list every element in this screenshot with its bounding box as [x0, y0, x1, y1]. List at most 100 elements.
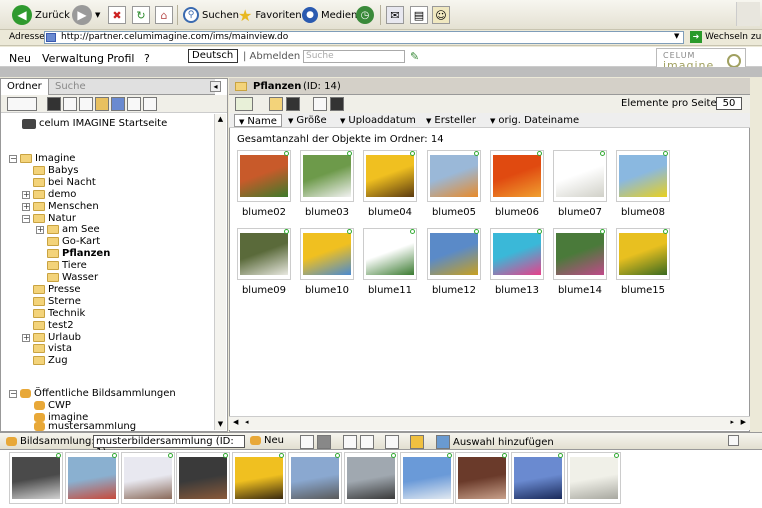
refresh-button[interactable]: ↻	[132, 4, 150, 26]
edit-folder-icon[interactable]	[63, 97, 77, 111]
collection-select[interactable]: musterbildersammlung (ID: 1)	[93, 435, 245, 458]
print-collection-icon[interactable]	[385, 435, 399, 449]
back-button[interactable]: ◀ Zurück ▼	[12, 4, 78, 26]
tree-item[interactable]: Sterne	[22, 296, 81, 307]
search-go-icon[interactable]: ✎	[410, 50, 419, 63]
scroll-left-small-icon[interactable]: ◂	[245, 418, 249, 426]
tree-collections-root[interactable]: − Öffentliche Bildsammlungen	[9, 388, 176, 399]
asset-thumbnail[interactable]	[363, 150, 417, 202]
tree-item[interactable]: + am See	[36, 224, 100, 235]
collection-thumbnail[interactable]	[9, 452, 63, 504]
collapse-bar-icon[interactable]	[728, 435, 739, 446]
media-button[interactable]: ● Medien	[302, 4, 357, 26]
collection-thumbnail[interactable]	[176, 452, 230, 504]
tree-item[interactable]: vista	[22, 343, 72, 354]
collection-thumbnail[interactable]	[65, 452, 119, 504]
collapse-icon[interactable]: −	[9, 389, 17, 398]
address-dropdown-icon[interactable]: ▼	[674, 32, 679, 40]
forward-dropdown-icon[interactable]: ▼	[95, 11, 100, 19]
deselect-icon[interactable]	[330, 97, 344, 111]
asset-thumbnail[interactable]	[616, 150, 670, 202]
print-button[interactable]: ▤	[410, 4, 428, 26]
new-item-icon[interactable]	[286, 97, 300, 111]
tree-item[interactable]: + Menschen	[22, 201, 99, 212]
asset-thumbnail[interactable]	[490, 150, 544, 202]
asset-name[interactable]: blume12	[424, 285, 484, 296]
tree-item[interactable]: test2	[22, 320, 74, 331]
tab-suche[interactable]: Suche	[49, 79, 215, 95]
asset-name[interactable]: blume14	[550, 285, 610, 296]
expand-icon[interactable]: +	[22, 202, 30, 211]
collection-thumbnail[interactable]	[288, 452, 342, 504]
history-button[interactable]: ◷	[356, 4, 374, 26]
asset-name[interactable]: blume15	[613, 285, 673, 296]
menu-profil[interactable]: Profil	[107, 52, 134, 65]
asset-thumbnail[interactable]	[553, 228, 607, 280]
copy-icon[interactable]	[127, 97, 141, 111]
favorites-button[interactable]: ★ Favoriten	[238, 4, 302, 26]
scroll-right-small-icon[interactable]: ▸	[730, 418, 734, 426]
asset-thumbnail[interactable]	[427, 150, 481, 202]
sort-name[interactable]: ▼ Name	[234, 114, 282, 127]
expand-icon[interactable]: +	[22, 333, 30, 342]
collection-thumbnail[interactable]	[455, 452, 509, 504]
language-select[interactable]: Deutsch	[188, 49, 238, 63]
collection-item[interactable]: mustersammlung	[34, 422, 136, 431]
expand-icon[interactable]: +	[36, 225, 44, 234]
select-icon[interactable]	[313, 97, 327, 111]
properties-icon[interactable]	[111, 97, 125, 111]
edit-collection-icon[interactable]	[300, 435, 314, 449]
tab-ordner[interactable]: Ordner	[1, 79, 49, 95]
rename-icon[interactable]	[79, 97, 93, 111]
collection-item[interactable]: CWP	[34, 400, 71, 411]
scroll-down-icon[interactable]: ▼	[215, 419, 226, 430]
print-icon[interactable]	[143, 97, 157, 111]
asset-name[interactable]: blume08	[613, 207, 673, 218]
collapse-icon[interactable]: −	[22, 214, 30, 223]
chart-icon[interactable]	[410, 435, 424, 449]
start-page-link[interactable]: celum IMAGINE Startseite	[22, 118, 167, 129]
home-button[interactable]: ⌂	[155, 4, 173, 26]
tree-scrollbar[interactable]: ▲ ▼	[214, 114, 226, 430]
collection-thumbnail[interactable]	[400, 452, 454, 504]
forward-button[interactable]: ▶ ▼	[72, 4, 100, 26]
grid-view-icon[interactable]	[235, 97, 253, 111]
asset-thumbnail[interactable]	[237, 150, 291, 202]
messenger-button[interactable]: ☺	[432, 4, 450, 26]
collection-thumbnail[interactable]	[121, 452, 175, 504]
asset-name[interactable]: blume04	[360, 207, 420, 218]
asset-name[interactable]: blume13	[487, 285, 547, 296]
logout-link[interactable]: | Abmelden |	[243, 51, 307, 62]
delete-collection-icon[interactable]	[317, 435, 331, 449]
sort-creator[interactable]: ▼ Ersteller	[426, 114, 476, 127]
collection-thumbnail[interactable]	[344, 452, 398, 504]
collection-thumbnail[interactable]	[232, 452, 286, 504]
asset-thumbnail[interactable]	[616, 228, 670, 280]
new-collection-button[interactable]: Neu	[250, 435, 284, 446]
expand-icon[interactable]: +	[22, 190, 30, 199]
add-selection-button[interactable]: Auswahl hinzufügen	[436, 435, 554, 449]
move-folder-icon[interactable]	[95, 97, 109, 111]
scroll-right-icon[interactable]: ▶	[741, 418, 746, 426]
address-input[interactable]: http://partner.celumimagine.com/ims/main…	[44, 31, 684, 44]
panel-collapse-icon[interactable]: ◂	[210, 81, 221, 92]
search-button[interactable]: ⚲ Suchen	[183, 4, 239, 26]
upload-icon[interactable]	[269, 97, 283, 111]
asset-thumbnail[interactable]	[427, 228, 481, 280]
asset-thumbnail[interactable]	[363, 228, 417, 280]
collection-thumbnail[interactable]	[567, 452, 621, 504]
asset-name[interactable]: blume10	[297, 285, 357, 296]
asset-name[interactable]: blume02	[234, 207, 294, 218]
export-icon[interactable]	[343, 435, 357, 449]
menu-help[interactable]: ?	[144, 52, 150, 65]
tree-icon[interactable]	[7, 97, 37, 111]
asset-thumbnail[interactable]	[490, 228, 544, 280]
asset-thumbnail[interactable]	[300, 228, 354, 280]
tree-item[interactable]: Technik	[22, 308, 85, 319]
asset-name[interactable]: blume03	[297, 207, 357, 218]
content-scrollbar[interactable]: ◀ ◂ ▸ ▶	[229, 416, 750, 430]
asset-name[interactable]: blume07	[550, 207, 610, 218]
asset-name[interactable]: blume11	[360, 285, 420, 296]
tree-item[interactable]: Go-Kart	[36, 236, 100, 247]
tree-item[interactable]: Babys	[22, 165, 78, 176]
